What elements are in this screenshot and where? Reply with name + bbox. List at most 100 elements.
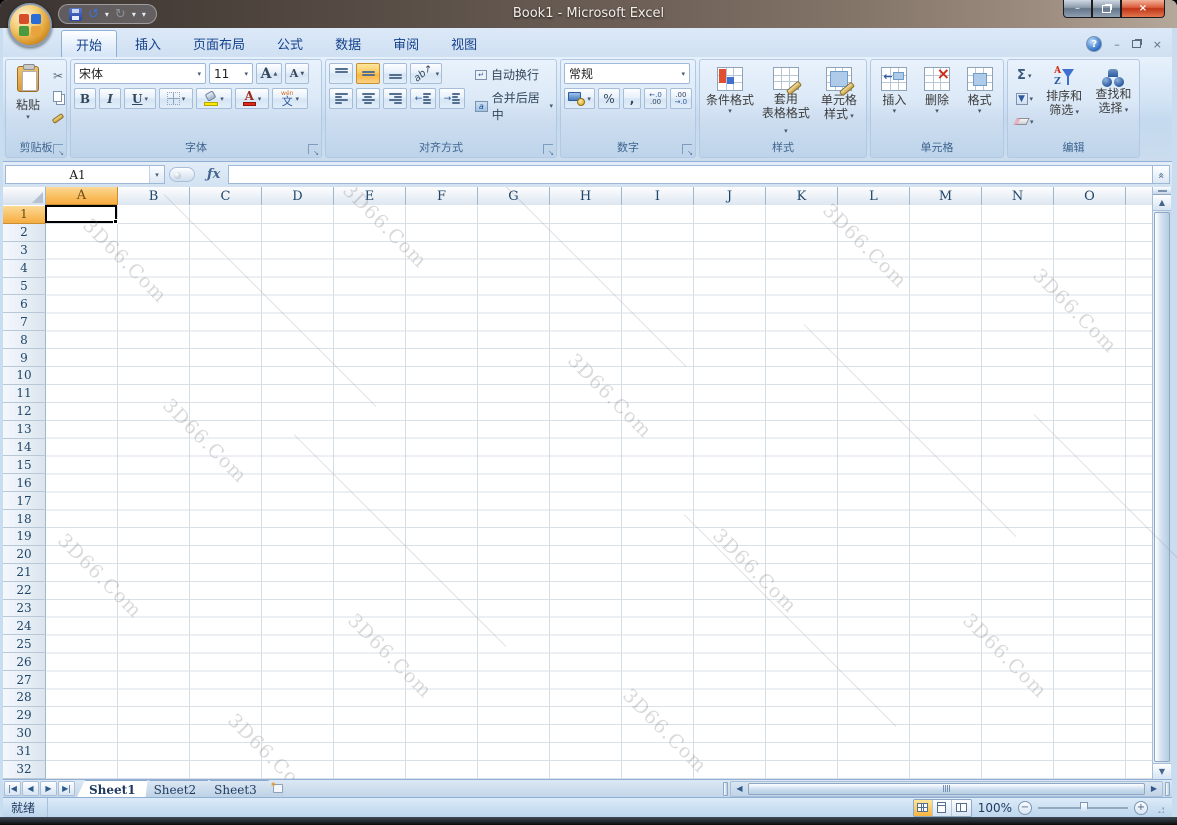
cell-area[interactable]: [46, 206, 1152, 779]
phonetic-button[interactable]: wén文▾: [272, 88, 308, 109]
sheet-tab-sheet2[interactable]: Sheet2: [142, 780, 209, 797]
tab-review[interactable]: 审阅: [379, 30, 433, 57]
row-header-17[interactable]: 17: [3, 492, 46, 510]
window-minimize-button[interactable]: –: [1063, 0, 1092, 18]
merge-center-button[interactable]: a合并后居中▾: [475, 89, 553, 123]
row-header-20[interactable]: 20: [3, 546, 46, 564]
format-as-table-button[interactable]: 套用表格格式 ▾: [759, 63, 813, 139]
row-header-22[interactable]: 22: [3, 582, 46, 600]
column-header-G[interactable]: G: [478, 187, 550, 205]
tab-insert[interactable]: 插入: [121, 30, 175, 57]
scroll-up-icon[interactable]: ▲: [1153, 195, 1171, 211]
column-header-stub[interactable]: [1126, 187, 1152, 205]
column-header-D[interactable]: D: [262, 187, 334, 205]
row-header-11[interactable]: 11: [3, 385, 46, 403]
autosum-button[interactable]: Σ▾: [1011, 65, 1038, 86]
column-header-N[interactable]: N: [982, 187, 1054, 205]
row-header-28[interactable]: 28: [3, 689, 46, 707]
formula-input[interactable]: [228, 165, 1152, 184]
column-header-E[interactable]: E: [334, 187, 406, 205]
increase-decimal-button[interactable]: ←.0.00: [644, 88, 666, 109]
first-sheet-icon[interactable]: |◀: [4, 781, 21, 796]
row-header-4[interactable]: 4: [3, 260, 46, 278]
column-header-L[interactable]: L: [838, 187, 910, 205]
row-header-13[interactable]: 13: [3, 421, 46, 439]
doc-close-icon[interactable]: ×: [1153, 39, 1162, 50]
decrease-decimal-button[interactable]: .00→.0: [670, 88, 692, 109]
vertical-scrollbar[interactable]: ▲ ▼: [1152, 187, 1171, 779]
bold-button[interactable]: B: [74, 88, 96, 109]
row-header-25[interactable]: 25: [3, 635, 46, 653]
increase-font-button[interactable]: A▲: [256, 63, 282, 84]
increase-indent-button[interactable]: →: [439, 88, 465, 109]
copy-button[interactable]: [49, 88, 67, 106]
accounting-format-button[interactable]: ▾: [564, 88, 595, 109]
align-center-button[interactable]: [356, 88, 380, 109]
window-close-button[interactable]: ×: [1121, 0, 1165, 18]
row-header-9[interactable]: 9: [3, 349, 46, 367]
qat-more-icon[interactable]: ▾: [142, 10, 146, 19]
column-header-H[interactable]: H: [550, 187, 622, 205]
column-header-O[interactable]: O: [1054, 187, 1126, 205]
sheet-tab-sheet3[interactable]: Sheet3: [202, 780, 269, 797]
font-color-button[interactable]: A▾: [235, 88, 269, 109]
format-cells-button[interactable]: 格式▾: [959, 63, 1000, 139]
page-layout-view-button[interactable]: [933, 800, 952, 816]
tab-home[interactable]: 开始: [61, 30, 117, 57]
help-icon[interactable]: ?: [1086, 36, 1102, 52]
find-select-button[interactable]: 查找和选择 ▾: [1091, 63, 1136, 139]
tab-formulas[interactable]: 公式: [263, 30, 317, 57]
vertical-scroll-thumb[interactable]: [1154, 212, 1170, 762]
sort-filter-button[interactable]: AZ 排序和筛选 ▾: [1042, 63, 1087, 139]
italic-button[interactable]: I: [99, 88, 121, 109]
row-header-29[interactable]: 29: [3, 707, 46, 725]
horizontal-split-handle[interactable]: [1165, 782, 1170, 796]
fill-button[interactable]: ▼▾: [1011, 88, 1038, 109]
scroll-down-icon[interactable]: ▼: [1153, 763, 1171, 779]
normal-view-button[interactable]: [914, 800, 933, 816]
font-size-select[interactable]: 11▾: [209, 63, 253, 84]
number-format-select[interactable]: 常规▾: [564, 63, 690, 84]
formula-bar-grip[interactable]: [169, 167, 195, 182]
middle-align-button[interactable]: [356, 63, 380, 84]
row-header-2[interactable]: 2: [3, 224, 46, 242]
row-header-1[interactable]: 1: [3, 206, 46, 224]
row-header-3[interactable]: 3: [3, 242, 46, 260]
conditional-formatting-button[interactable]: 条件格式▾: [703, 63, 757, 139]
orientation-button[interactable]: ab↗▾: [410, 63, 442, 84]
row-header-21[interactable]: 21: [3, 564, 46, 582]
row-header-14[interactable]: 14: [3, 439, 46, 457]
paste-dropdown-icon[interactable]: ▾: [26, 113, 30, 121]
selected-cell-a1[interactable]: [45, 205, 117, 223]
next-sheet-icon[interactable]: ▶: [40, 781, 57, 796]
zoom-slider-thumb[interactable]: [1080, 802, 1088, 813]
row-header-32[interactable]: 32: [3, 761, 46, 779]
sheet-tab-sheet1[interactable]: Sheet1: [77, 780, 148, 797]
redo-dropdown-icon[interactable]: ▾: [132, 10, 136, 19]
clipboard-dialog-launcher[interactable]: [53, 144, 63, 154]
office-button[interactable]: [8, 3, 52, 47]
page-break-view-button[interactable]: [952, 800, 971, 816]
row-header-24[interactable]: 24: [3, 617, 46, 635]
horizontal-scrollbar[interactable]: ◀ ▶: [730, 781, 1163, 797]
last-sheet-icon[interactable]: ▶|: [58, 781, 75, 796]
row-header-8[interactable]: 8: [3, 331, 46, 349]
name-box[interactable]: A1 ▾: [5, 165, 165, 184]
column-header-M[interactable]: M: [910, 187, 982, 205]
doc-restore-icon[interactable]: [1132, 40, 1141, 48]
column-header-A[interactable]: A: [46, 187, 118, 205]
font-dialog-launcher[interactable]: [308, 144, 318, 154]
row-header-7[interactable]: 7: [3, 313, 46, 331]
column-header-I[interactable]: I: [622, 187, 694, 205]
formula-bar-expand-icon[interactable]: «: [1152, 165, 1170, 184]
column-header-B[interactable]: B: [118, 187, 190, 205]
row-header-5[interactable]: 5: [3, 278, 46, 296]
row-header-19[interactable]: 19: [3, 528, 46, 546]
fill-handle[interactable]: [113, 219, 118, 224]
horizontal-scroll-thumb[interactable]: [748, 783, 1145, 795]
row-header-6[interactable]: 6: [3, 295, 46, 313]
column-header-K[interactable]: K: [766, 187, 838, 205]
zoom-out-icon[interactable]: −: [1018, 801, 1032, 815]
save-icon[interactable]: [69, 8, 82, 21]
clear-button[interactable]: ▾: [1011, 111, 1038, 132]
